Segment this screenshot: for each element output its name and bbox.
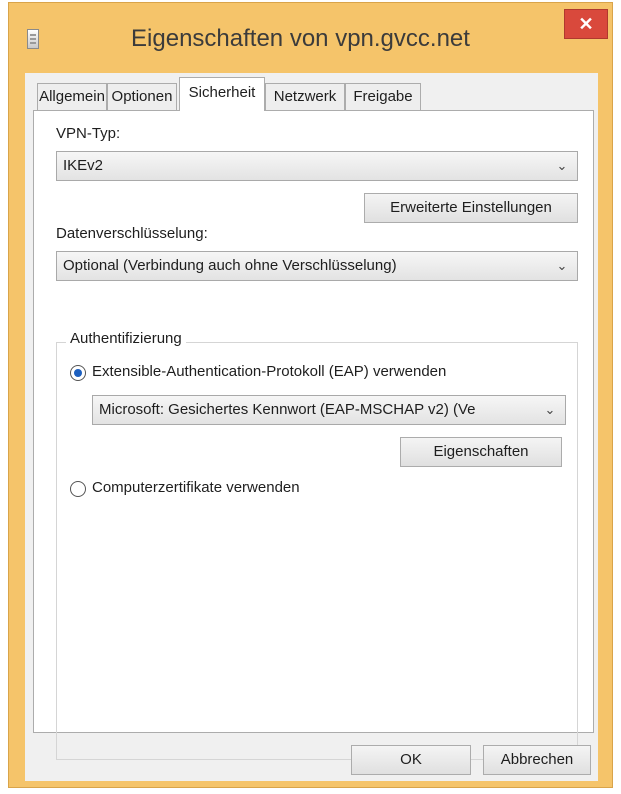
eap-radio[interactable] [70, 365, 86, 381]
title-bar[interactable]: Eigenschaften von vpn.gvcc.net ✕ [9, 3, 612, 73]
eap-properties-button[interactable]: Eigenschaften [400, 437, 562, 467]
tab-netzwerk[interactable]: Netzwerk [265, 83, 345, 110]
certificate-radio-label[interactable]: Computerzertifikate verwenden [92, 479, 300, 496]
chevron-down-icon: ⌄ [556, 158, 568, 173]
vpn-type-value: IKEv2 [63, 157, 104, 174]
close-button[interactable]: ✕ [564, 9, 608, 39]
cancel-button[interactable]: Abbrechen [483, 745, 591, 775]
certificate-radio[interactable] [70, 481, 86, 497]
security-tab-panel: VPN-Typ: IKEv2 ⌄ Erweiterte Einstellunge… [33, 110, 594, 760]
vpn-type-label: VPN-Typ: [56, 125, 121, 142]
tab-optionen[interactable]: Optionen [107, 83, 177, 110]
advanced-settings-button[interactable]: Erweiterte Einstellungen [364, 193, 578, 223]
encryption-value: Optional (Verbindung auch ohne Verschlüs… [63, 257, 397, 274]
tab-sicherheit[interactable]: Sicherheit [179, 77, 265, 111]
eap-method-select[interactable]: Microsoft: Gesichertes Kennwort (EAP-MSC… [92, 395, 566, 425]
eap-radio-label[interactable]: Extensible-Authentication-Protokoll (EAP… [92, 363, 446, 380]
encryption-label: Datenverschlüsselung: [56, 225, 208, 242]
dialog-client-area: Allgemein Optionen Sicherheit Netzwerk F… [25, 73, 598, 781]
dialog-window: Eigenschaften von vpn.gvcc.net ✕ Allgeme… [8, 2, 613, 788]
authentication-group-title: Authentifizierung [66, 330, 186, 347]
vpn-type-select[interactable]: IKEv2 ⌄ [56, 151, 578, 181]
tab-allgemein[interactable]: Allgemein [37, 83, 107, 110]
encryption-select[interactable]: Optional (Verbindung auch ohne Verschlüs… [56, 251, 578, 281]
chevron-down-icon: ⌄ [544, 402, 556, 417]
eap-method-value: Microsoft: Gesichertes Kennwort (EAP-MSC… [99, 401, 476, 418]
chevron-down-icon: ⌄ [556, 258, 568, 273]
ok-button[interactable]: OK [351, 745, 471, 775]
close-icon: ✕ [578, 14, 594, 34]
window-title: Eigenschaften von vpn.gvcc.net [131, 25, 470, 52]
tab-freigabe[interactable]: Freigabe [345, 83, 421, 110]
